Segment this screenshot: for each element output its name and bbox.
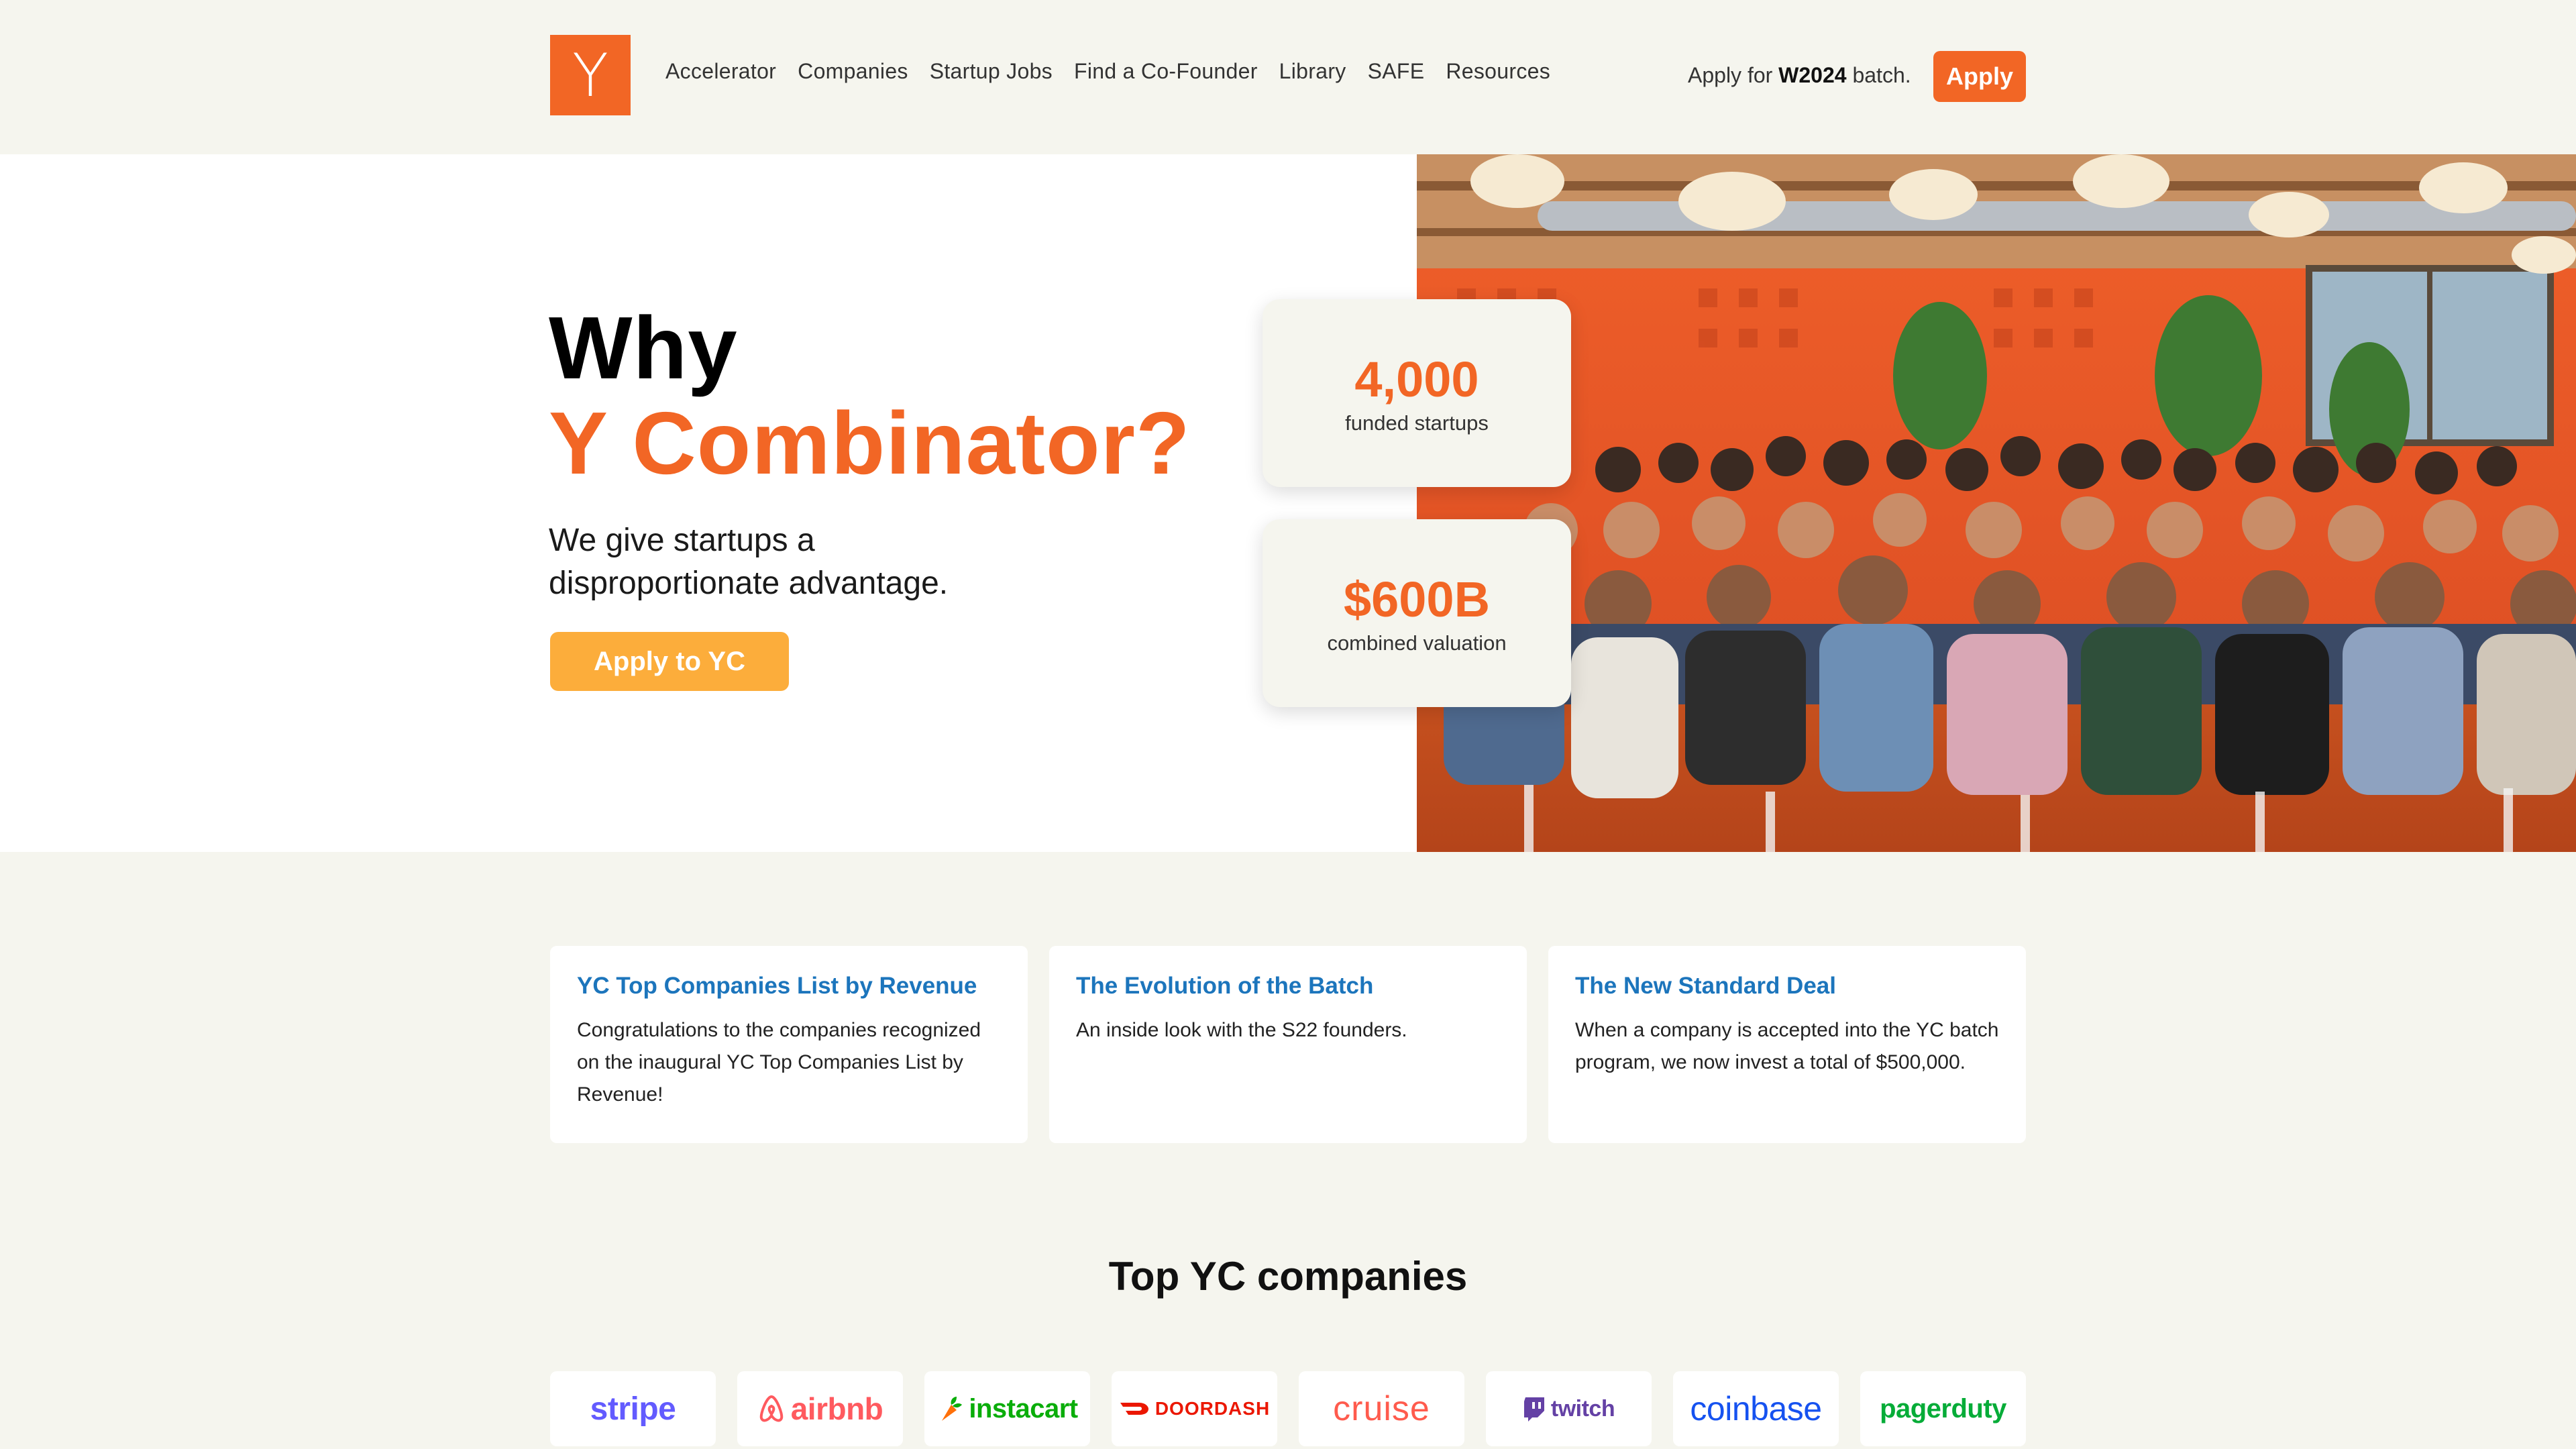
hero-subtitle: We give startups a disproportionate adva… [549, 523, 949, 601]
card-title[interactable]: The Evolution of the Batch [1076, 973, 1500, 1000]
logo-twitch[interactable]: twitch [1486, 1371, 1652, 1446]
logo-text: instacart [969, 1393, 1078, 1424]
stat-combined-valuation: $600B combined valuation [1263, 519, 1571, 707]
carrot-icon [936, 1394, 963, 1424]
apply-batch: W2024 [1778, 63, 1847, 87]
airbnb-icon [757, 1394, 786, 1424]
nav-companies[interactable]: Companies [798, 59, 908, 84]
logo-stripe[interactable]: stripe [550, 1371, 716, 1446]
audience-photo-illustration [1417, 154, 2576, 852]
card-title[interactable]: YC Top Companies List by Revenue [577, 973, 1001, 1000]
stat-funded-startups: 4,000 funded startups [1263, 299, 1571, 487]
doordash-icon [1119, 1400, 1150, 1417]
stat-label: combined valuation [1327, 631, 1507, 655]
stat-label: funded startups [1345, 411, 1489, 435]
card-new-standard-deal[interactable]: The New Standard Deal When a company is … [1548, 946, 2026, 1143]
stat-value: 4,000 [1354, 352, 1479, 407]
card-body: When a company is accepted into the YC b… [1575, 1019, 1999, 1073]
logo-text: airbnb [790, 1391, 883, 1426]
twitch-icon [1523, 1396, 1546, 1421]
card-top-companies-list[interactable]: YC Top Companies List by Revenue Congrat… [550, 946, 1028, 1143]
card-title[interactable]: The New Standard Deal [1575, 973, 1999, 1000]
card-evolution-of-batch[interactable]: The Evolution of the Batch An inside loo… [1049, 946, 1527, 1143]
logo-text: pagerduty [1880, 1393, 2006, 1424]
feature-cards: YC Top Companies List by Revenue Congrat… [550, 946, 2026, 1143]
main-nav: Accelerator Companies Startup Jobs Find … [665, 59, 1550, 84]
nav-startup-jobs[interactable]: Startup Jobs [930, 59, 1053, 84]
logo-cruise[interactable]: cruise [1299, 1371, 1464, 1446]
apply-suffix: batch. [1852, 63, 1911, 87]
yc-logo[interactable]: Y [550, 35, 631, 115]
logo-pagerduty[interactable]: pagerduty [1860, 1371, 2026, 1446]
top-companies-title: Top YC companies [1108, 1254, 1468, 1299]
card-body: An inside look with the S22 founders. [1076, 1019, 1407, 1041]
apply-to-yc-button[interactable]: Apply to YC [550, 632, 789, 691]
nav-resources[interactable]: Resources [1446, 59, 1550, 84]
nav-accelerator[interactable]: Accelerator [665, 59, 776, 84]
apply-prefix: Apply for [1688, 63, 1773, 87]
apply-batch-text: Apply for W2024 batch. [1688, 63, 1911, 88]
hero-photo [1417, 154, 2576, 852]
logo-instacart[interactable]: instacart [924, 1371, 1090, 1446]
nav-library[interactable]: Library [1279, 59, 1346, 84]
logo-text: cruise [1333, 1389, 1430, 1428]
hero-title: Why Y Combinator? [549, 301, 1191, 491]
card-body: Congratulations to the companies recogni… [577, 1019, 981, 1106]
nav-safe[interactable]: SAFE [1368, 59, 1425, 84]
logo-text: twitch [1550, 1395, 1615, 1421]
hero-title-line1: Why [549, 299, 738, 397]
nav-find-cofounder[interactable]: Find a Co-Founder [1074, 59, 1258, 84]
site-header: Y Accelerator Companies Startup Jobs Fin… [0, 0, 2576, 154]
logo-airbnb[interactable]: airbnb [737, 1371, 903, 1446]
hero-section: Why Y Combinator? We give startups a dis… [0, 154, 2576, 852]
logo-doordash[interactable]: DOORDASH [1112, 1371, 1277, 1446]
logo-text: DOORDASH [1155, 1398, 1271, 1419]
logo-coinbase[interactable]: coinbase [1673, 1371, 1839, 1446]
hero-title-line2: Y Combinator? [549, 394, 1191, 492]
logo-text: coinbase [1690, 1390, 1822, 1428]
company-logos: stripe airbnb instacart DOORDASH cruise … [550, 1371, 2026, 1446]
logo-text: stripe [590, 1391, 676, 1427]
apply-button[interactable]: Apply [1933, 51, 2026, 102]
stat-value: $600B [1343, 572, 1491, 627]
